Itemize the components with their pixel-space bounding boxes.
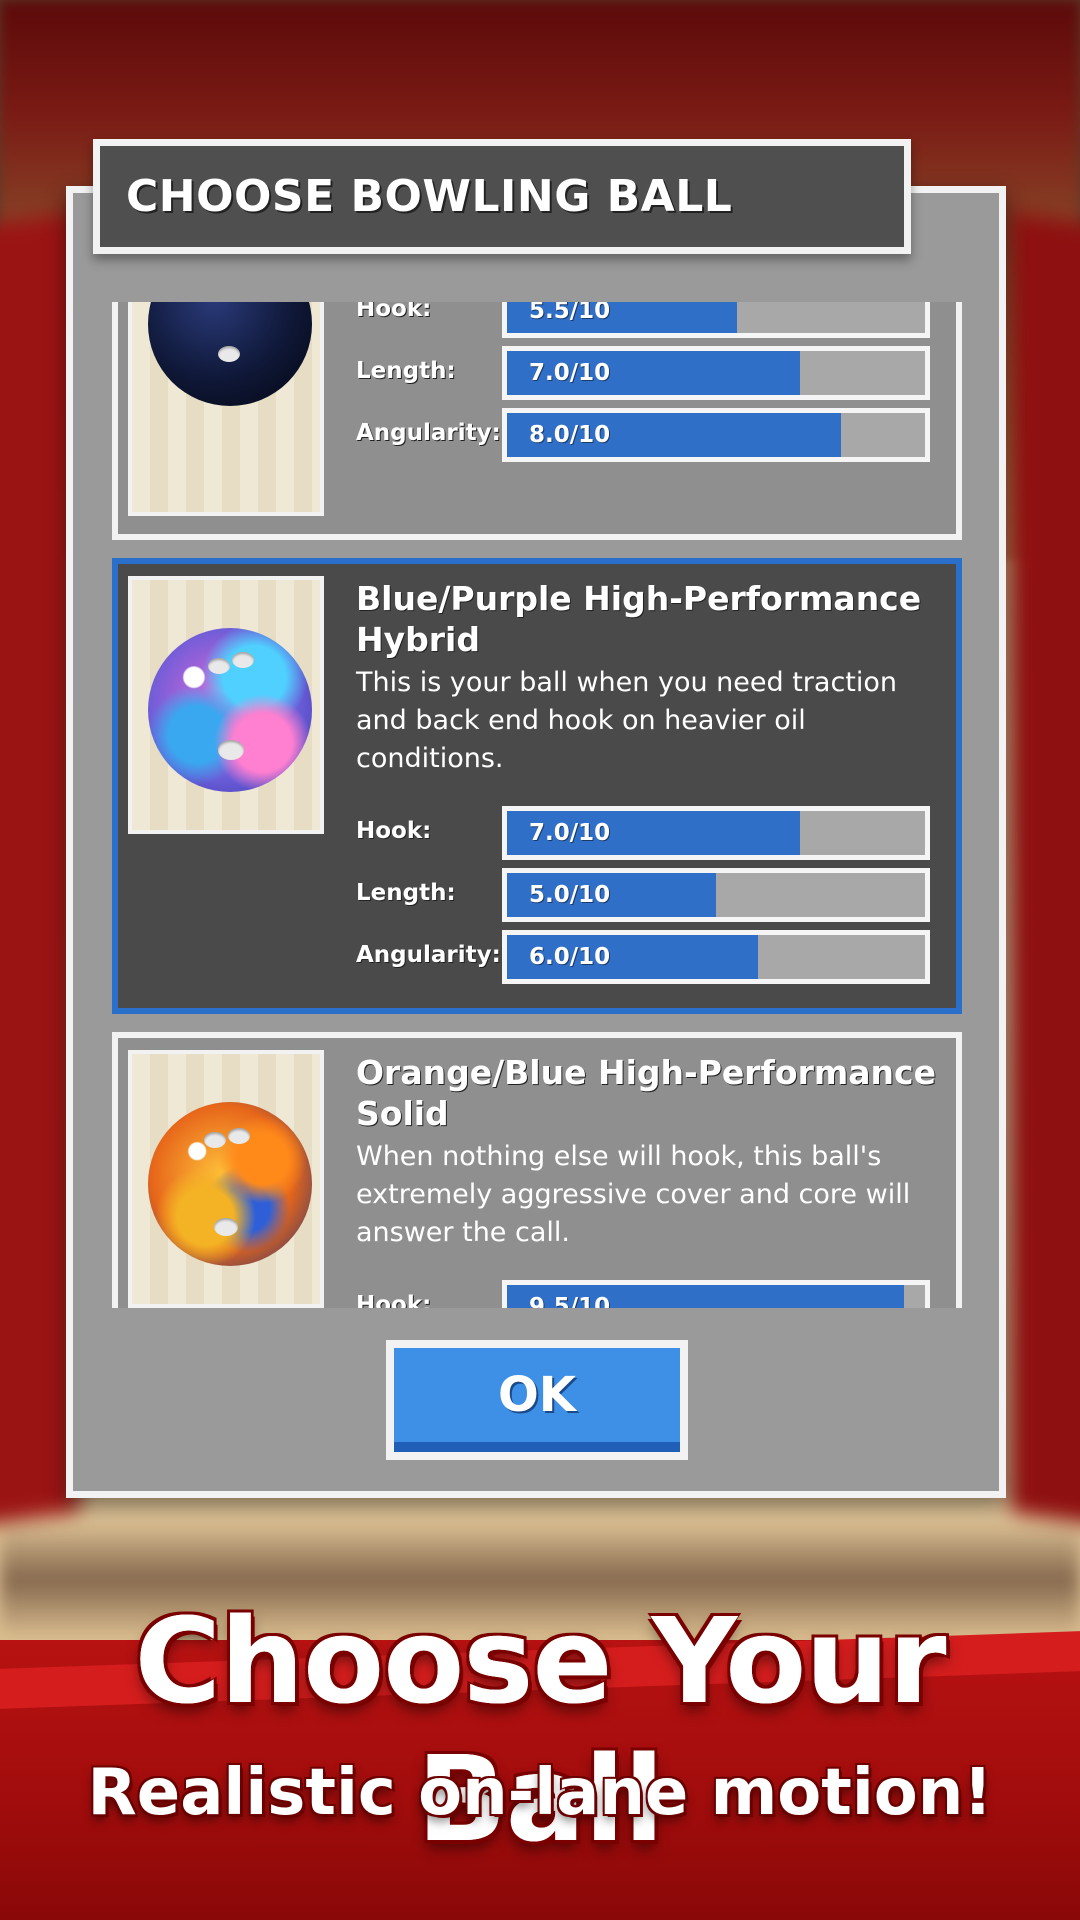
ball-description: When nothing else will hook, this ball's…: [356, 1141, 911, 1248]
stat-value: 6.0/10: [529, 944, 611, 970]
stat-hook: Hook: 9.5/10: [356, 1280, 946, 1308]
stat-bar: 7.0/10: [502, 346, 930, 400]
finger-hole: [218, 346, 240, 362]
stat-value: 7.0/10: [529, 820, 611, 846]
dialog-title-bar: CHOOSE BOWLING BALL: [93, 139, 911, 254]
ball-card-orange-blue[interactable]: Orange/Blue High-Performance Solid When …: [112, 1032, 962, 1308]
stat-bar: 5.0/10: [502, 868, 930, 922]
stat-bar: 8.0/10: [502, 408, 930, 462]
stat-length: Length: 7.0/10: [356, 346, 946, 402]
ok-button-frame: OK: [386, 1340, 688, 1460]
stat-value: 5.0/10: [529, 882, 611, 908]
ball-list: Hook: 5.5/10 Length: 7.0/10 Angularity: …: [112, 302, 962, 1308]
finger-hole: [204, 1132, 226, 1148]
ball-thumbnail: [128, 302, 324, 516]
stat-length: Length: 5.0/10: [356, 868, 946, 924]
stat-label: Angularity:: [356, 420, 501, 446]
finger-hole: [228, 1128, 250, 1144]
ball-card-dark[interactable]: Hook: 5.5/10 Length: 7.0/10 Angularity: …: [112, 302, 962, 540]
stat-angularity: Angularity: 8.0/10: [356, 408, 946, 464]
ball-list-scroll[interactable]: Hook: 5.5/10 Length: 7.0/10 Angularity: …: [112, 302, 962, 1308]
orange-blue-ball-image: [148, 1102, 312, 1266]
stat-value: 7.0/10: [529, 360, 611, 386]
stat-value: 8.0/10: [529, 422, 611, 448]
stat-label: Length:: [356, 880, 456, 906]
stat-hook: Hook: 5.5/10: [356, 302, 946, 340]
ball-card-blue-purple[interactable]: Blue/Purple High-Performance Hybrid This…: [112, 558, 962, 1014]
finger-hole: [208, 658, 230, 674]
stat-bar: 7.0/10: [502, 806, 930, 860]
ball-description: This is your ball when you need traction…: [356, 667, 898, 774]
stat-label: Angularity:: [356, 942, 501, 968]
stat-bar: 6.0/10: [502, 930, 930, 984]
stat-label: Hook:: [356, 1292, 432, 1308]
thumb-hole: [218, 740, 244, 760]
thumb-hole: [214, 1218, 238, 1236]
stat-label: Length:: [356, 358, 456, 384]
ok-button[interactable]: OK: [394, 1348, 680, 1452]
blue-purple-ball-image: [148, 628, 312, 792]
dark-ball-image: [148, 302, 312, 406]
ball-thumbnail: [128, 1050, 324, 1308]
stat-hook: Hook: 7.0/10: [356, 806, 946, 862]
stat-angularity: Angularity: 6.0/10: [356, 930, 946, 986]
dialog-title: CHOOSE BOWLING BALL: [126, 171, 733, 222]
stat-label: Hook:: [356, 302, 432, 322]
background-right-wall: [1010, 212, 1080, 1528]
ball-name: Orange/Blue High-Performance Solid: [356, 1053, 936, 1133]
stat-bar: 9.5/10: [502, 1280, 930, 1308]
stat-bar: 5.5/10: [502, 302, 930, 338]
ball-thumbnail: [128, 576, 324, 834]
stat-value: 5.5/10: [529, 302, 611, 324]
stat-label: Hook:: [356, 818, 432, 844]
finger-hole: [232, 652, 254, 668]
stat-value: 9.5/10: [529, 1294, 611, 1308]
promo-subtitle: Realistic on-lane motion!: [87, 1756, 993, 1830]
ball-name: Blue/Purple High-Performance Hybrid: [356, 579, 922, 659]
